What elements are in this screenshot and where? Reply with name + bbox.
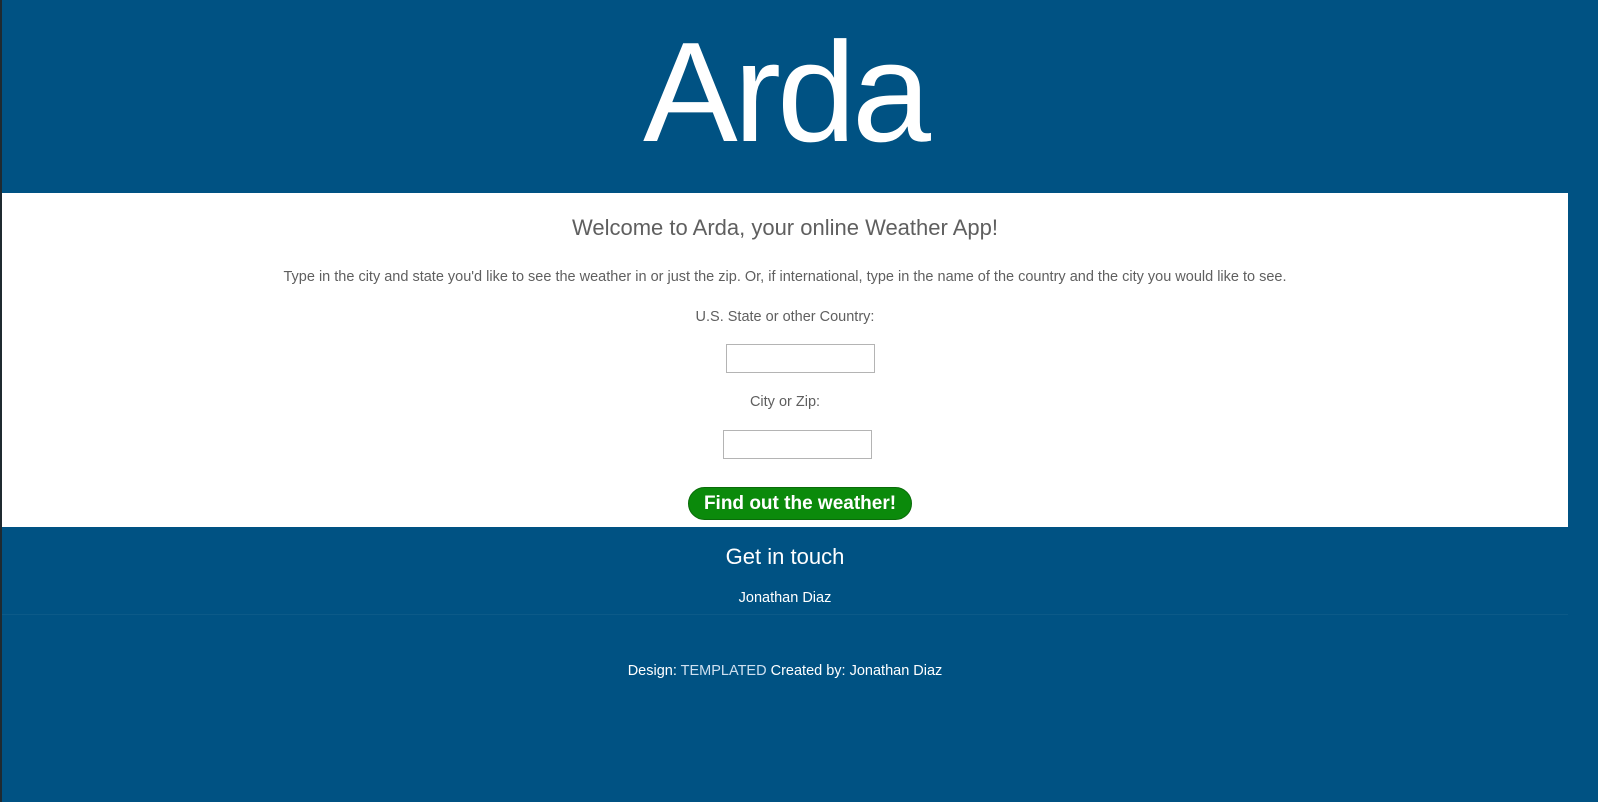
page-right-margin — [1568, 0, 1598, 802]
contact-section: Get in touch Jonathan Diaz — [2, 527, 1568, 615]
city-input[interactable] — [723, 430, 872, 459]
site-footer: Design: TEMPLATED Created by: Jonathan D… — [2, 615, 1568, 802]
page: Arda Welcome to Arda, your online Weathe… — [0, 0, 1598, 802]
site-header: Arda — [2, 0, 1568, 193]
intro-text: Type in the city and state you'd like to… — [283, 269, 1287, 285]
welcome-heading: Welcome to Arda, your online Weather App… — [572, 215, 998, 240]
state-input[interactable] — [726, 344, 875, 373]
city-label: City or Zip: — [749, 394, 821, 410]
created-by-text: Created by: Jonathan Diaz — [770, 663, 943, 679]
contact-heading: Get in touch — [725, 544, 845, 569]
footer-credits: Design: TEMPLATED Created by: Jonathan D… — [2, 661, 1568, 681]
contact-name: Jonathan Diaz — [738, 590, 832, 606]
design-prefix: Design: — [627, 663, 677, 679]
state-label: U.S. State or other Country: — [695, 309, 875, 325]
site-title: Arda — [643, 13, 931, 172]
templated-link[interactable]: TEMPLATED — [681, 663, 767, 679]
find-weather-button[interactable]: Find out the weather! — [688, 487, 912, 520]
weather-form-section: Welcome to Arda, your online Weather App… — [2, 193, 1568, 527]
